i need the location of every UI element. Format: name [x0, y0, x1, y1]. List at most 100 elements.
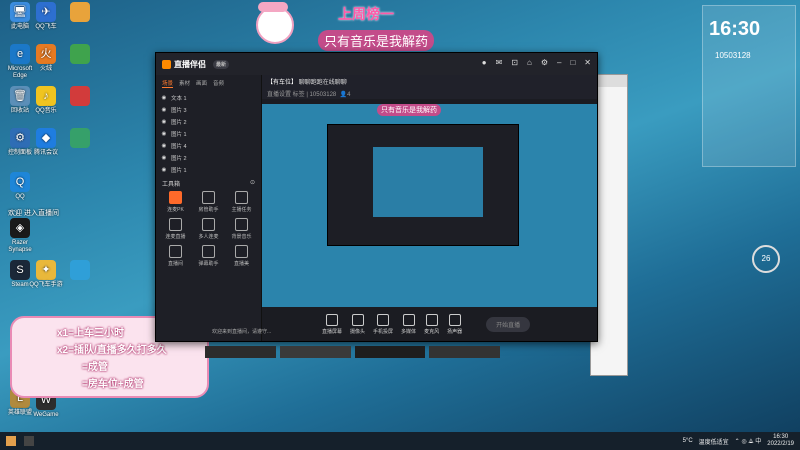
start-live-button[interactable]: 开始直播 — [486, 316, 531, 332]
scene-item[interactable]: ◉ 图片 4 — [156, 140, 261, 152]
thumb-2[interactable] — [279, 346, 351, 358]
control-icon — [425, 313, 438, 326]
toolbox-title: 工具箱 — [162, 182, 181, 188]
control-label: 摄像头 — [350, 328, 366, 335]
desktop-icon[interactable]: Q QQ — [0, 172, 40, 201]
avatar-icon[interactable]: ● — [482, 58, 487, 67]
thumb-3[interactable] — [354, 346, 426, 358]
desktop-icon[interactable] — [60, 86, 100, 108]
desktop-icon[interactable]: ◆ 腾讯会议 — [26, 128, 66, 157]
toolbox-settings-icon[interactable]: ⊙ — [250, 179, 255, 188]
eye-icon[interactable]: ◉ — [161, 143, 167, 149]
desktop-icon[interactable]: ♪ QQ音乐 — [26, 86, 66, 115]
rule-line: =房车位+成管 — [82, 379, 144, 390]
app-icon: Q — [10, 172, 30, 192]
tool-item[interactable]: 直播间 — [159, 245, 192, 267]
desktop-icon[interactable]: ✦ QQ飞车手游 — [26, 260, 66, 289]
bell-icon[interactable]: ⌂ — [527, 58, 532, 67]
toolbox-header: 工具箱 ⊙ — [156, 176, 261, 191]
live-app-window[interactable]: 直播伴侣 最新 ● ✉ ⊡ ⌂ ⚙ – □ ✕ 场景 素材 画面 音频 ◉ 文本 1 ◉ 图… — [155, 52, 598, 342]
desktop-icon[interactable] — [60, 44, 100, 66]
taskbar-app-icon[interactable] — [24, 436, 34, 446]
nested-preview — [373, 147, 483, 217]
control-icon — [377, 313, 390, 326]
record-icon[interactable]: ⊡ — [511, 58, 518, 67]
rule-line: =成管 — [82, 362, 108, 373]
room-number: 10503128 — [715, 51, 751, 60]
desktop-icon[interactable]: 火火绒 — [26, 44, 66, 73]
scene-item[interactable]: ◉ 图片 1 — [156, 128, 261, 140]
desktop-icon[interactable] — [60, 2, 100, 24]
desktop-icon[interactable] — [60, 260, 100, 282]
tool-label: 直播间 — [167, 261, 183, 267]
scene-item[interactable]: ◉ 图片 2 — [156, 152, 261, 164]
close-icon[interactable]: ✕ — [584, 58, 591, 67]
desktop-icon-label: 火绒 — [39, 66, 52, 72]
bottom-control[interactable]: 摄像头 — [350, 313, 366, 335]
bottom-control[interactable]: 扬声器 — [447, 313, 462, 335]
maximize-icon[interactable]: □ — [570, 58, 575, 67]
tool-label: 多人连麦 — [198, 234, 219, 240]
tab-3[interactable]: 音频 — [213, 79, 224, 88]
control-icon — [402, 313, 415, 326]
eye-icon[interactable]: ◉ — [161, 155, 167, 161]
app-icon: ◈ — [10, 218, 30, 238]
tool-item[interactable]: 主播任务 — [225, 191, 258, 213]
eye-icon[interactable]: ◉ — [161, 119, 167, 125]
tool-item[interactable]: 弹幕助手 — [192, 245, 225, 267]
tool-item[interactable]: 背景音乐 — [225, 218, 258, 240]
desktop-icon-label: QQ飞车手游 — [29, 282, 63, 288]
desktop-icon[interactable] — [60, 128, 100, 150]
scene-item[interactable]: ◉ 图片 1 — [156, 164, 261, 176]
eye-icon[interactable]: ◉ — [161, 95, 167, 101]
settings-icon[interactable]: ⚙ — [541, 58, 548, 67]
bottom-control[interactable]: 直播屏幕 — [322, 313, 342, 335]
mail-icon[interactable]: ✉ — [496, 58, 503, 67]
tray-icons[interactable]: ⌃ ◎ ⟁ 中 — [735, 436, 762, 446]
control-icon — [351, 313, 364, 326]
scene-item[interactable]: ◉ 图片 2 — [156, 116, 261, 128]
scene-label: 图片 4 — [171, 144, 187, 150]
tab-1[interactable]: 素材 — [179, 79, 190, 88]
clock-time: 16:30 — [773, 434, 789, 440]
eye-icon[interactable]: ◉ — [161, 131, 167, 137]
stream-preview[interactable]: 只有音乐是我解药 — [262, 104, 597, 317]
tab-0[interactable]: 场景 — [162, 79, 174, 88]
chat-hint: 欢迎来到直播间，请遵守... — [212, 329, 272, 335]
eye-icon[interactable]: ◉ — [161, 107, 167, 113]
speed-gauge: 26 — [752, 245, 780, 273]
rule-line: x2=插队/直播多久打多久 — [57, 345, 167, 356]
thumb-4[interactable] — [429, 346, 500, 358]
tool-item[interactable]: 房管助手 — [192, 191, 225, 213]
scene-label: 图片 1 — [171, 168, 187, 174]
tool-item[interactable]: 连麦直播 — [159, 218, 192, 240]
bottom-control[interactable]: 麦克风 — [424, 313, 439, 335]
desktop-icon[interactable]: ✈ QQ飞车 — [26, 2, 66, 31]
desktop-icon[interactable]: ◈ Razer Synapse — [0, 218, 40, 254]
scene-label: 文本 1 — [171, 96, 187, 102]
tool-item[interactable]: 多人连麦 — [192, 218, 225, 240]
scene-label: 图片 3 — [171, 108, 187, 114]
thumb-1[interactable] — [205, 346, 276, 358]
desktop-icon-label: QQ音乐 — [35, 108, 57, 114]
bottom-control[interactable]: 手机投屏 — [373, 313, 394, 335]
bottom-control[interactable]: 多媒体 — [401, 313, 416, 335]
minimize-icon[interactable]: – — [557, 58, 561, 67]
scene-item[interactable]: ◉ 文本 1 — [156, 92, 261, 104]
banner-sub: 只有音乐是我解药 — [318, 30, 435, 51]
control-label: 手机投屏 — [373, 328, 394, 335]
start-icon[interactable] — [6, 436, 16, 446]
tool-item[interactable]: 直播美 — [225, 245, 258, 267]
desktop-icon-label: 腾讯会议 — [33, 150, 58, 156]
desktop-icon-label: Razer Synapse — [8, 240, 32, 253]
eye-icon[interactable]: ◉ — [161, 167, 167, 173]
tool-label: 背景音乐 — [231, 234, 252, 240]
tool-item[interactable]: 连麦PK — [159, 191, 192, 213]
tool-icon — [235, 245, 248, 258]
app-icon: ✦ — [36, 260, 56, 280]
app-icon — [70, 2, 90, 22]
scene-item[interactable]: ◉ 图片 3 — [156, 104, 261, 116]
room-meta: 直播设置 标签 | 10503128 — [267, 92, 337, 98]
tab-2[interactable]: 画面 — [196, 79, 207, 88]
room-infobar: 【有车位】 聊聊跑跑在线聊聊 直播设置 标签 | 10503128 👤4 — [262, 75, 597, 99]
